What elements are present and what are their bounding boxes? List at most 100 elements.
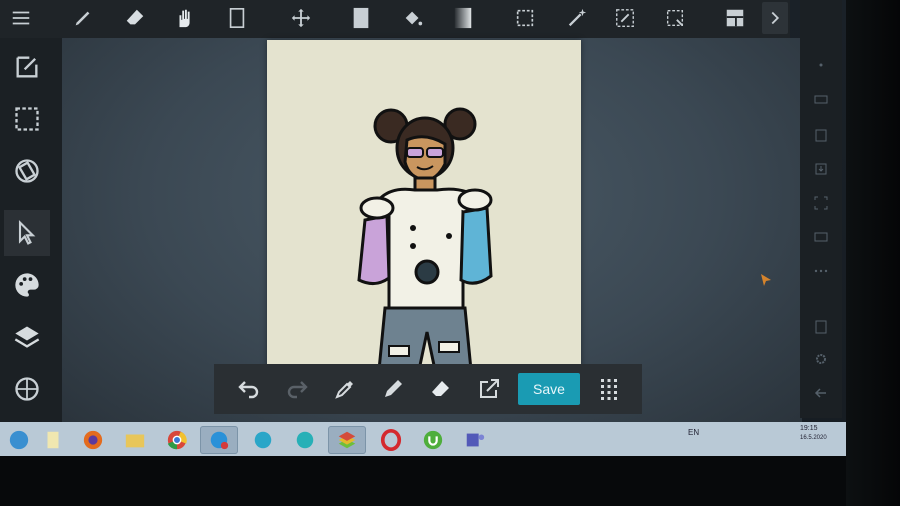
canvas-icon: [229, 8, 245, 28]
right-sidebar: [800, 38, 842, 418]
fill-color-button[interactable]: [344, 2, 378, 34]
chevron-right-icon: [771, 11, 780, 25]
edit-canvas-button[interactable]: [4, 44, 50, 90]
layers-button[interactable]: [4, 314, 50, 360]
export-button[interactable]: [472, 372, 506, 406]
pencil-button[interactable]: [376, 372, 410, 406]
settings-button[interactable]: [810, 348, 832, 370]
undo-button[interactable]: [232, 372, 266, 406]
battery-icon: [814, 95, 828, 104]
redo-icon: [287, 381, 308, 399]
marquee-icon: [516, 9, 534, 27]
dashed-select-icon: [15, 107, 39, 131]
grid-dots-icon: [601, 379, 617, 400]
taskbar-app-blue-1[interactable]: [244, 426, 282, 454]
eraser-icon: [432, 381, 449, 396]
opera-icon: [380, 429, 402, 451]
grid-menu-button[interactable]: [592, 372, 626, 406]
palette-icon: [15, 273, 39, 297]
transform-tool-button[interactable]: [658, 2, 692, 34]
right-tool-clipboard[interactable]: [810, 124, 832, 146]
monitor-bezel-bottom: [0, 456, 900, 506]
pointer-tool-button[interactable]: [4, 210, 50, 256]
os-taskbar: EN 19:15 16.5.2020: [0, 422, 846, 456]
clipboard-icon: [815, 129, 827, 142]
left-sidebar: [0, 38, 62, 428]
battery-status: [810, 88, 832, 110]
system-tray: EN 19:15 16.5.2020: [688, 425, 838, 452]
eraser-tool-button[interactable]: [118, 2, 152, 34]
app-circle-icon: [254, 431, 272, 449]
teams-icon: [466, 433, 485, 447]
bluestacks-icon: [338, 431, 356, 449]
taskbar-file-explorer[interactable]: [116, 426, 154, 454]
pen-tool-button[interactable]: [66, 2, 100, 34]
rotate-icon: [15, 159, 39, 183]
hand-icon: [179, 9, 190, 28]
canvas-tool-button[interactable]: [220, 2, 254, 34]
rotate-canvas-button[interactable]: [4, 148, 50, 194]
crosshair-icon: [15, 377, 39, 401]
frame-divider-button[interactable]: [718, 2, 752, 34]
pen-icon: [75, 11, 90, 26]
color-swatch-icon: [353, 7, 369, 29]
character-drawing: [357, 107, 493, 372]
taskbar-app-blue-2[interactable]: [286, 426, 324, 454]
fit-screen-icon: [814, 196, 828, 210]
eyedropper-button[interactable]: [328, 372, 362, 406]
hamburger-menu-icon: [12, 11, 30, 25]
select-area-button[interactable]: [4, 96, 50, 142]
lasso-pen-button[interactable]: [608, 2, 642, 34]
language-indicator[interactable]: EN: [688, 428, 699, 437]
start-button[interactable]: [0, 426, 38, 454]
right-tool-1[interactable]: [810, 54, 832, 76]
app-circle-icon: [296, 431, 314, 449]
taskbar-opera[interactable]: [372, 426, 410, 454]
right-tool-layers[interactable]: [810, 316, 832, 338]
clock-time[interactable]: 19:15: [800, 425, 818, 432]
drawing-canvas[interactable]: [267, 40, 581, 372]
hand-tool-button[interactable]: [168, 2, 202, 34]
taskbar-chrome[interactable]: [158, 426, 196, 454]
panel-icon: [815, 320, 827, 334]
color-palette-button[interactable]: [4, 262, 50, 308]
taskbar-file-explorer-small[interactable]: [34, 426, 72, 454]
gear-icon: [816, 354, 826, 364]
ellipsis-icon: [814, 269, 828, 273]
cursor-arrow-icon: [18, 219, 36, 245]
save-button[interactable]: Save: [518, 373, 580, 405]
right-tool-more[interactable]: [810, 260, 832, 282]
edit-icon: [16, 56, 38, 78]
taskbar-utorrent[interactable]: [414, 426, 452, 454]
eraser-button[interactable]: [424, 372, 458, 406]
layers-icon: [14, 326, 40, 348]
pencil-icon: [385, 380, 402, 397]
magic-wand-icon: [568, 8, 587, 27]
utorrent-icon: [423, 430, 443, 450]
back-button[interactable]: [810, 382, 832, 404]
taskbar-skype[interactable]: [200, 426, 238, 454]
chrome-icon: [167, 430, 187, 450]
redo-button[interactable]: [280, 372, 314, 406]
magic-wand-button[interactable]: [560, 2, 594, 34]
taskbar-teams[interactable]: [456, 426, 494, 454]
dot-icon: [819, 63, 823, 67]
monitor-screen: Save EN 19:15 16.5.2020: [0, 0, 900, 506]
top-toolbar: [0, 0, 790, 38]
taskbar-firefox[interactable]: [74, 426, 112, 454]
right-tool-fit[interactable]: [810, 192, 832, 214]
eraser-icon: [126, 9, 144, 25]
bucket-tool-button[interactable]: [396, 2, 430, 34]
selection-tool-button[interactable]: [508, 2, 542, 34]
navigator-button[interactable]: [4, 366, 50, 412]
menu-button[interactable]: [4, 2, 38, 34]
more-tools-button[interactable]: [762, 2, 788, 34]
right-tool-save[interactable]: [810, 158, 832, 180]
move-tool-button[interactable]: [284, 2, 318, 34]
right-panel-header: [800, 0, 842, 38]
taskbar-bluestacks[interactable]: [328, 426, 366, 454]
clock-date[interactable]: 16.5.2020: [800, 435, 827, 441]
right-tool-video[interactable]: [810, 226, 832, 248]
move-icon: [291, 8, 311, 28]
gradient-tool-button[interactable]: [446, 2, 480, 34]
